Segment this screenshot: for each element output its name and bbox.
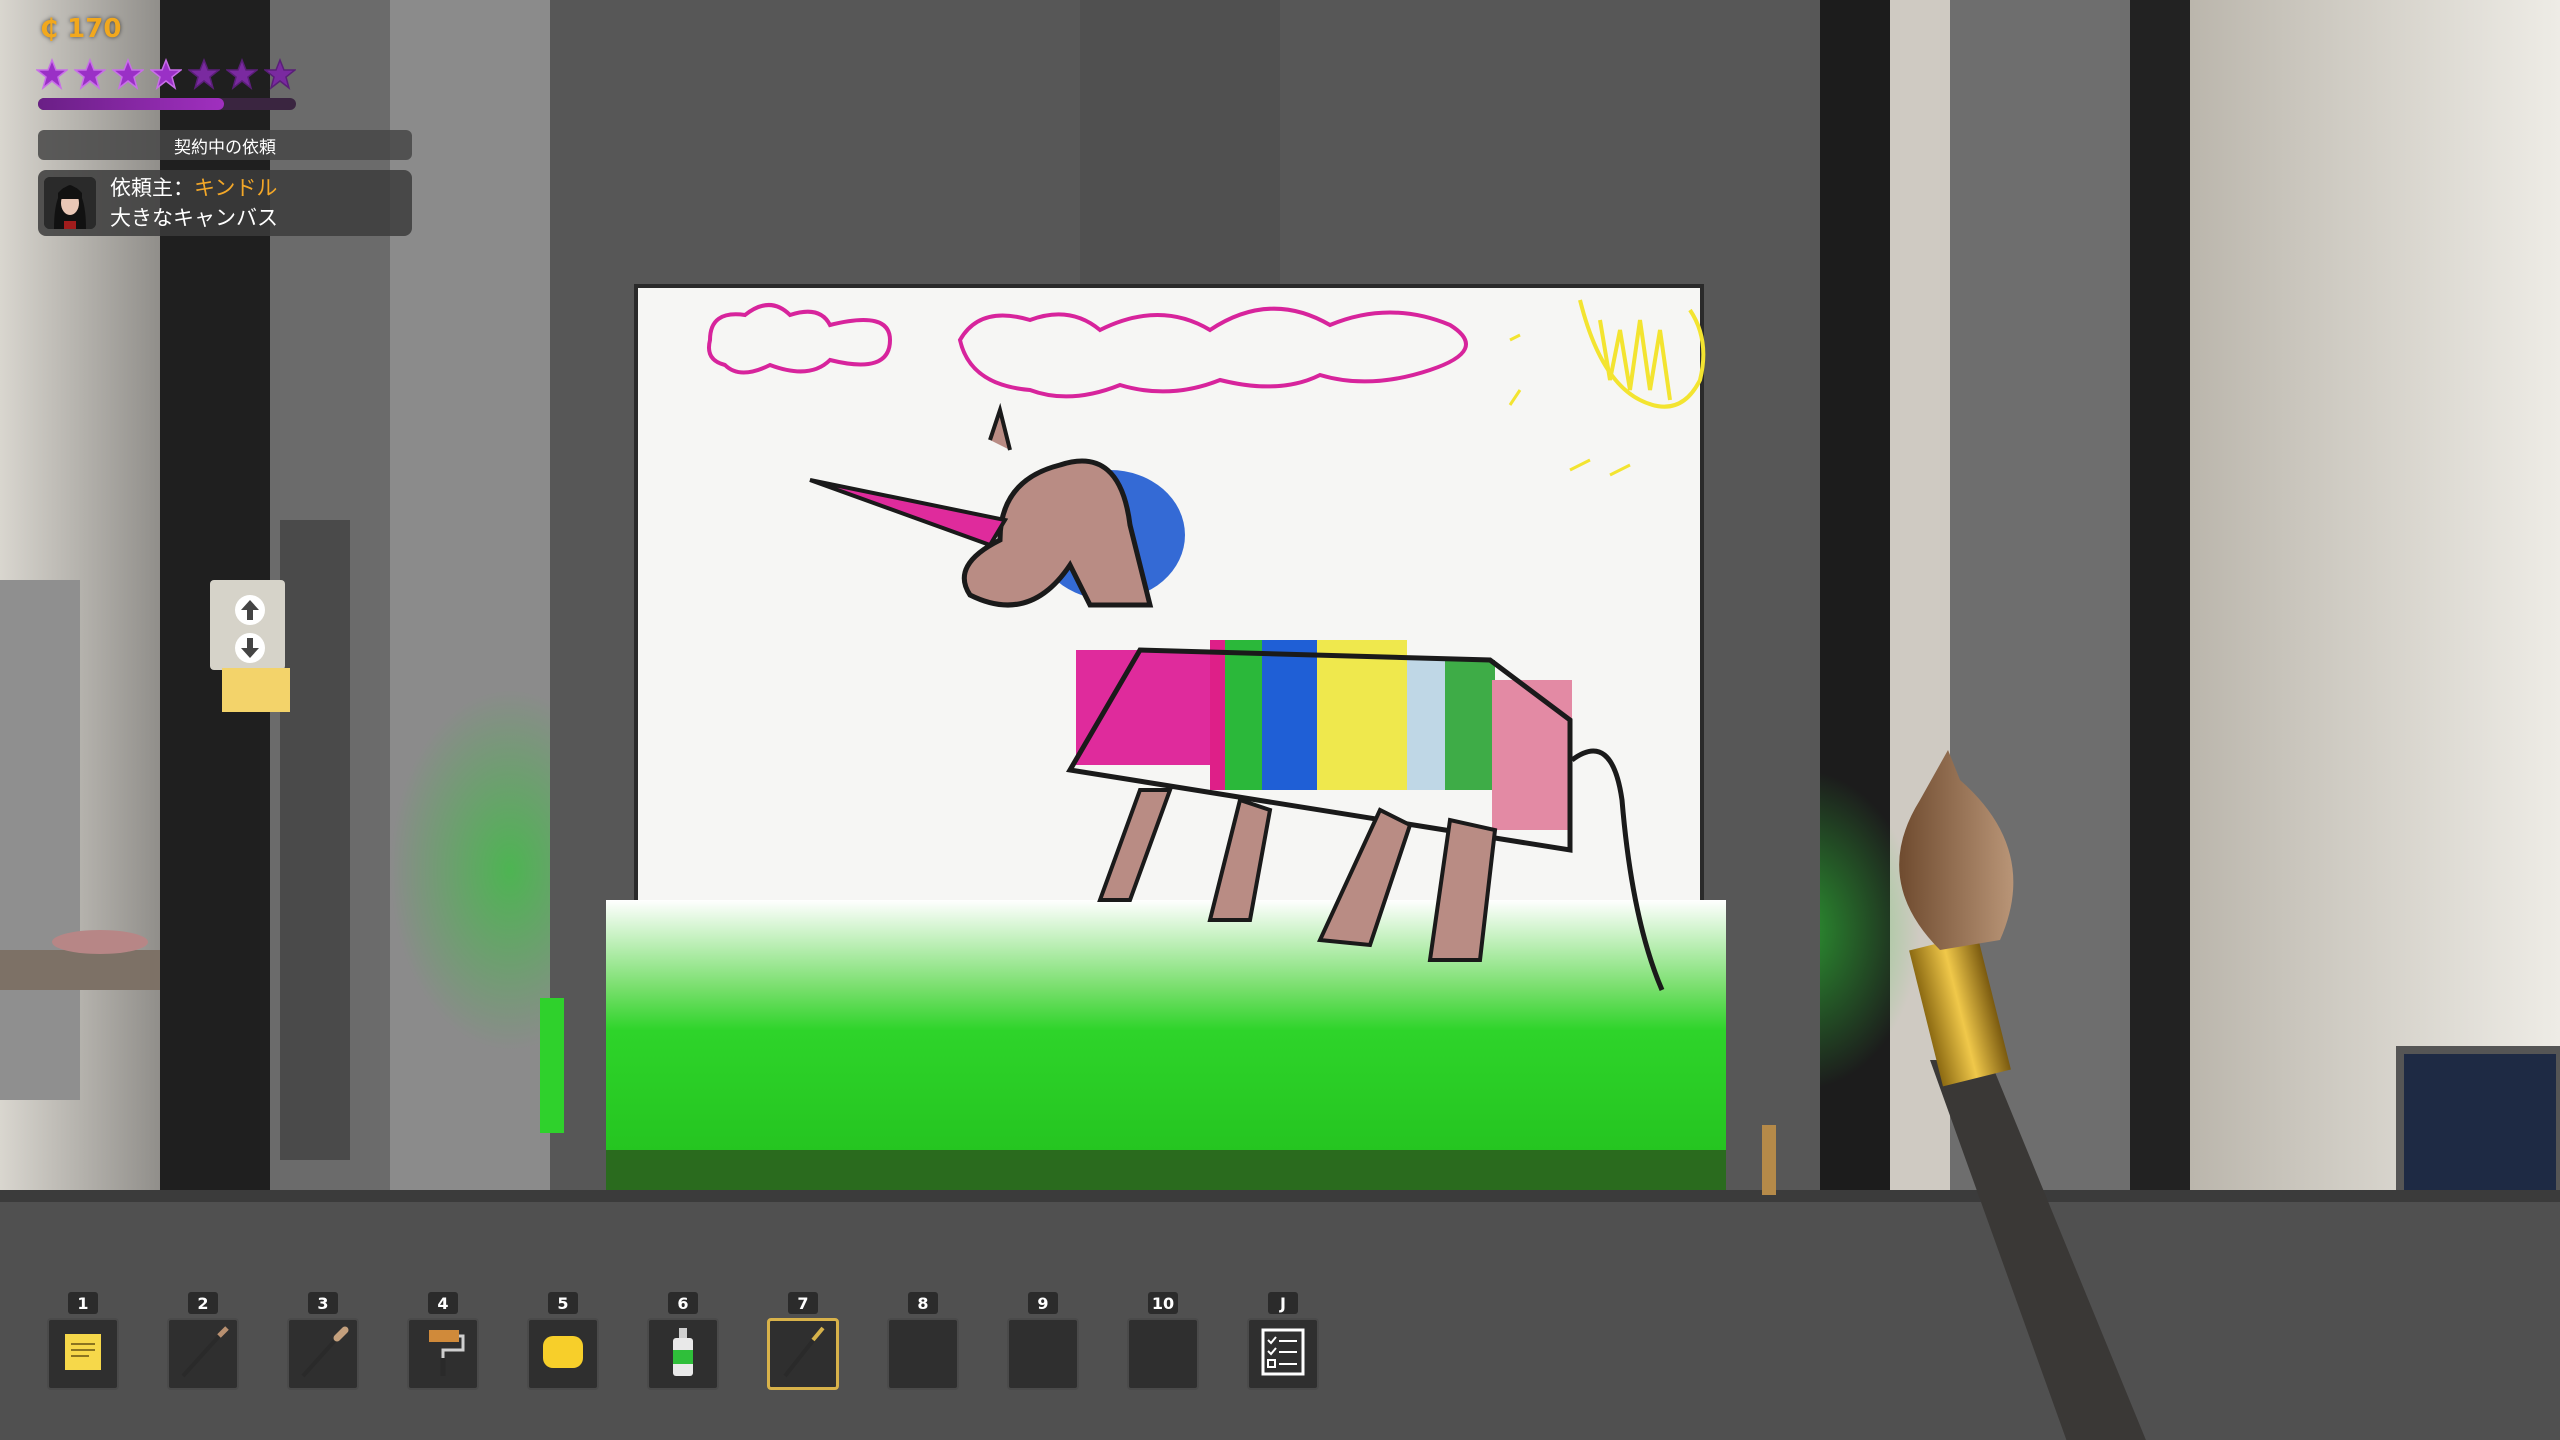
hotbar-key-label: 3 — [308, 1292, 338, 1314]
currency-display: ₵ 170 — [40, 14, 122, 44]
request-title: 大きなキャンバス — [110, 206, 278, 230]
hotbar-key-label: 9 — [1028, 1292, 1058, 1314]
star-filled-icon — [36, 58, 68, 90]
hotbar-key-label: 10 — [1148, 1292, 1178, 1314]
star-empty-icon — [264, 58, 296, 90]
hotbar-key-label: 6 — [668, 1292, 698, 1314]
hotbar-key-label: 5 — [548, 1292, 578, 1314]
wide-brush-icon — [775, 1324, 831, 1384]
reputation-progress-bar — [38, 98, 296, 110]
sponge-icon — [535, 1324, 591, 1384]
hotbar-slot-9[interactable] — [1007, 1318, 1079, 1390]
star-filled-icon — [112, 58, 144, 90]
hotbar-key-label: 8 — [908, 1292, 938, 1314]
star-filled-icon — [150, 58, 182, 90]
client-name: キンドル — [194, 176, 278, 200]
hotbar-slot-6[interactable] — [647, 1318, 719, 1390]
paint-roller-icon — [415, 1324, 471, 1384]
hotbar-slot-J[interactable] — [1247, 1318, 1319, 1390]
reputation-stars — [36, 58, 296, 90]
star-empty-icon — [226, 58, 258, 90]
hotbar-slot-2[interactable] — [167, 1318, 239, 1390]
hotbar-slot-1[interactable] — [47, 1318, 119, 1390]
contract-card[interactable]: 依頼主：キンドル 大きなキャンバス — [38, 170, 412, 236]
active-contract-header: 契約中の依頼 — [38, 130, 412, 160]
contract-info: 依頼主：キンドル 大きなキャンバス — [110, 173, 278, 233]
sticky-note-icon — [61, 1330, 105, 1378]
painting-canvas — [606, 284, 1726, 1198]
hotbar-slot-5[interactable] — [527, 1318, 599, 1390]
hotbar-slot-4[interactable] — [407, 1318, 479, 1390]
hotbar-key-label: 1 — [68, 1292, 98, 1314]
client-label: 依頼主： — [110, 176, 194, 200]
hotbar-key-label: 7 — [788, 1292, 818, 1314]
hotbar-slot-7[interactable] — [767, 1318, 839, 1390]
hotbar-slot-8[interactable] — [887, 1318, 959, 1390]
hotbar-key-label: 2 — [188, 1292, 218, 1314]
client-avatar — [44, 177, 96, 229]
hotbar-slot-3[interactable] — [287, 1318, 359, 1390]
checklist-journal-icon — [1255, 1324, 1311, 1384]
star-empty-icon — [188, 58, 220, 90]
spray-can-icon — [655, 1324, 711, 1384]
reputation-progress-fill — [38, 98, 224, 110]
hotbar-key-label: 4 — [428, 1292, 458, 1314]
hotbar-slot-10[interactable] — [1127, 1318, 1199, 1390]
fine-brush-icon — [175, 1324, 231, 1384]
round-brush-icon — [295, 1324, 351, 1384]
hotbar-key-label: J — [1268, 1292, 1298, 1314]
star-filled-icon — [74, 58, 106, 90]
